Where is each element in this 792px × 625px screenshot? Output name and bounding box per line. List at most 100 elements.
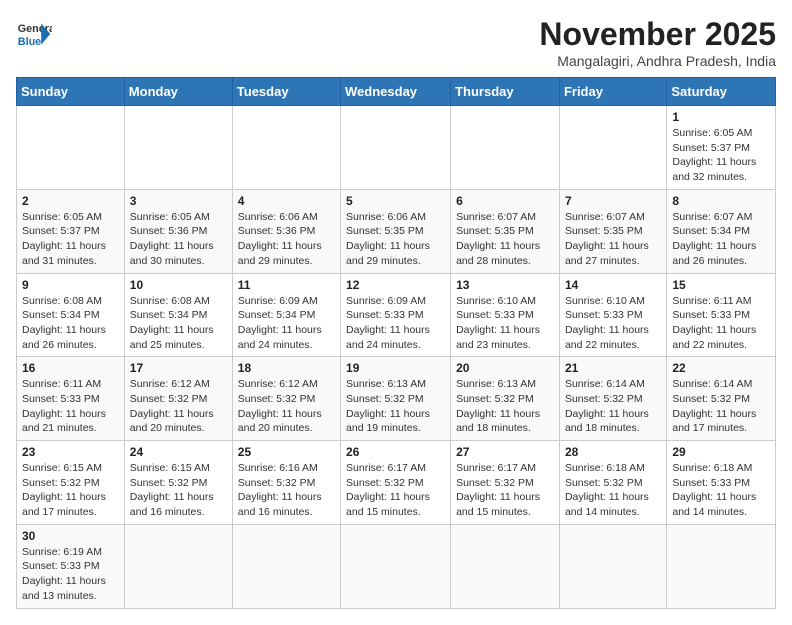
day-info: Sunrise: 6:07 AMSunset: 5:34 PMDaylight:… <box>672 210 770 269</box>
calendar-cell: 3 Sunrise: 6:05 AMSunset: 5:36 PMDaylight… <box>124 189 232 273</box>
day-info: Sunrise: 6:17 AMSunset: 5:32 PMDaylight:… <box>346 461 445 520</box>
day-info: Sunrise: 6:15 AMSunset: 5:32 PMDaylight:… <box>130 461 227 520</box>
day-number: 23 <box>22 445 119 459</box>
day-info: Sunrise: 6:13 AMSunset: 5:32 PMDaylight:… <box>346 377 445 436</box>
day-info: Sunrise: 6:11 AMSunset: 5:33 PMDaylight:… <box>672 294 770 353</box>
day-info: Sunrise: 6:11 AMSunset: 5:33 PMDaylight:… <box>22 377 119 436</box>
day-info: Sunrise: 6:18 AMSunset: 5:33 PMDaylight:… <box>672 461 770 520</box>
day-info: Sunrise: 6:08 AMSunset: 5:34 PMDaylight:… <box>22 294 119 353</box>
calendar-cell: 7 Sunrise: 6:07 AMSunset: 5:35 PMDaylight… <box>559 189 666 273</box>
day-number: 24 <box>130 445 227 459</box>
day-info: Sunrise: 6:12 AMSunset: 5:32 PMDaylight:… <box>238 377 335 436</box>
day-number: 11 <box>238 278 335 292</box>
day-number: 6 <box>456 194 554 208</box>
day-number: 16 <box>22 361 119 375</box>
day-info: Sunrise: 6:05 AMSunset: 5:37 PMDaylight:… <box>672 126 770 185</box>
calendar-body: 1 Sunrise: 6:05 AMSunset: 5:37 PMDaylight… <box>17 106 776 609</box>
day-info: Sunrise: 6:12 AMSunset: 5:32 PMDaylight:… <box>130 377 227 436</box>
day-number: 7 <box>565 194 661 208</box>
calendar-cell: 27 Sunrise: 6:17 AMSunset: 5:32 PMDayligh… <box>451 441 560 525</box>
calendar-cell <box>341 106 451 190</box>
calendar-cell: 25Sunrise: 6:16 AMSunset: 5:32 PMDayligh… <box>232 441 340 525</box>
calendar-week-row: 1 Sunrise: 6:05 AMSunset: 5:37 PMDaylight… <box>17 106 776 190</box>
calendar-cell: 5 Sunrise: 6:06 AMSunset: 5:35 PMDaylight… <box>341 189 451 273</box>
weekday-header-row: SundayMondayTuesdayWednesdayThursdayFrid… <box>17 78 776 106</box>
day-number: 8 <box>672 194 770 208</box>
month-title: November 2025 <box>539 16 776 53</box>
day-number: 9 <box>22 278 119 292</box>
day-number: 10 <box>130 278 227 292</box>
calendar-cell: 9 Sunrise: 6:08 AMSunset: 5:34 PMDaylight… <box>17 273 125 357</box>
calendar-cell: 13 Sunrise: 6:10 AMSunset: 5:33 PMDayligh… <box>451 273 560 357</box>
day-number: 5 <box>346 194 445 208</box>
calendar-cell <box>124 524 232 608</box>
day-info: Sunrise: 6:10 AMSunset: 5:33 PMDaylight:… <box>456 294 554 353</box>
calendar-week-row: 23 Sunrise: 6:15 AMSunset: 5:32 PMDayligh… <box>17 441 776 525</box>
calendar-cell: 20Sunrise: 6:13 AMSunset: 5:32 PMDayligh… <box>451 357 560 441</box>
calendar-cell: 10 Sunrise: 6:08 AMSunset: 5:34 PMDayligh… <box>124 273 232 357</box>
weekday-header-saturday: Saturday <box>667 78 776 106</box>
day-info: Sunrise: 6:14 AMSunset: 5:32 PMDaylight:… <box>672 377 770 436</box>
day-number: 4 <box>238 194 335 208</box>
weekday-header-friday: Friday <box>559 78 666 106</box>
day-number: 2 <box>22 194 119 208</box>
calendar-cell: 2 Sunrise: 6:05 AMSunset: 5:37 PMDaylight… <box>17 189 125 273</box>
calendar-cell: 17Sunrise: 6:12 AMSunset: 5:32 PMDayligh… <box>124 357 232 441</box>
day-info: Sunrise: 6:05 AMSunset: 5:36 PMDaylight:… <box>130 210 227 269</box>
day-info: Sunrise: 6:06 AMSunset: 5:36 PMDaylight:… <box>238 210 335 269</box>
day-number: 28 <box>565 445 661 459</box>
day-info: Sunrise: 6:08 AMSunset: 5:34 PMDaylight:… <box>130 294 227 353</box>
day-info: Sunrise: 6:06 AMSunset: 5:35 PMDaylight:… <box>346 210 445 269</box>
day-number: 22 <box>672 361 770 375</box>
calendar-cell: 11 Sunrise: 6:09 AMSunset: 5:34 PMDayligh… <box>232 273 340 357</box>
calendar-week-row: 16 Sunrise: 6:11 AMSunset: 5:33 PMDayligh… <box>17 357 776 441</box>
calendar-cell: 26 Sunrise: 6:17 AMSunset: 5:32 PMDayligh… <box>341 441 451 525</box>
svg-text:Blue: Blue <box>18 36 41 48</box>
calendar-cell: 6 Sunrise: 6:07 AMSunset: 5:35 PMDaylight… <box>451 189 560 273</box>
calendar-cell: 15 Sunrise: 6:11 AMSunset: 5:33 PMDayligh… <box>667 273 776 357</box>
day-number: 15 <box>672 278 770 292</box>
calendar-cell <box>232 106 340 190</box>
calendar-cell <box>124 106 232 190</box>
calendar-cell <box>17 106 125 190</box>
calendar-cell: 12Sunrise: 6:09 AMSunset: 5:33 PMDayligh… <box>341 273 451 357</box>
calendar-header: SundayMondayTuesdayWednesdayThursdayFrid… <box>17 78 776 106</box>
logo: General Blue <box>16 16 52 52</box>
weekday-header-thursday: Thursday <box>451 78 560 106</box>
day-number: 25 <box>238 445 335 459</box>
title-area: November 2025 Mangalagiri, Andhra Prades… <box>539 16 776 69</box>
weekday-header-monday: Monday <box>124 78 232 106</box>
calendar-cell: 28 Sunrise: 6:18 AMSunset: 5:32 PMDayligh… <box>559 441 666 525</box>
calendar-cell: 16 Sunrise: 6:11 AMSunset: 5:33 PMDayligh… <box>17 357 125 441</box>
calendar-cell <box>232 524 340 608</box>
day-info: Sunrise: 6:19 AMSunset: 5:33 PMDaylight:… <box>22 545 119 604</box>
day-number: 29 <box>672 445 770 459</box>
day-info: Sunrise: 6:07 AMSunset: 5:35 PMDaylight:… <box>456 210 554 269</box>
day-number: 14 <box>565 278 661 292</box>
calendar-cell: 23Sunrise: 6:15 AMSunset: 5:32 PMDayligh… <box>17 441 125 525</box>
day-number: 21 <box>565 361 661 375</box>
day-info: Sunrise: 6:18 AMSunset: 5:32 PMDaylight:… <box>565 461 661 520</box>
day-info: Sunrise: 6:17 AMSunset: 5:32 PMDaylight:… <box>456 461 554 520</box>
calendar-cell <box>341 524 451 608</box>
calendar-cell: 29 Sunrise: 6:18 AMSunset: 5:33 PMDayligh… <box>667 441 776 525</box>
day-number: 3 <box>130 194 227 208</box>
calendar-table: SundayMondayTuesdayWednesdayThursdayFrid… <box>16 77 776 609</box>
calendar-cell: 4 Sunrise: 6:06 AMSunset: 5:36 PMDaylight… <box>232 189 340 273</box>
day-number: 26 <box>346 445 445 459</box>
day-number: 13 <box>456 278 554 292</box>
day-info: Sunrise: 6:07 AMSunset: 5:35 PMDaylight:… <box>565 210 661 269</box>
calendar-cell <box>451 524 560 608</box>
calendar-cell <box>559 524 666 608</box>
calendar-cell: 30Sunrise: 6:19 AMSunset: 5:33 PMDayligh… <box>17 524 125 608</box>
day-info: Sunrise: 6:09 AMSunset: 5:34 PMDaylight:… <box>238 294 335 353</box>
day-info: Sunrise: 6:05 AMSunset: 5:37 PMDaylight:… <box>22 210 119 269</box>
weekday-header-sunday: Sunday <box>17 78 125 106</box>
day-number: 27 <box>456 445 554 459</box>
calendar-week-row: 9 Sunrise: 6:08 AMSunset: 5:34 PMDaylight… <box>17 273 776 357</box>
day-info: Sunrise: 6:10 AMSunset: 5:33 PMDaylight:… <box>565 294 661 353</box>
day-number: 12 <box>346 278 445 292</box>
day-number: 1 <box>672 110 770 124</box>
weekday-header-tuesday: Tuesday <box>232 78 340 106</box>
calendar-cell: 18Sunrise: 6:12 AMSunset: 5:32 PMDayligh… <box>232 357 340 441</box>
